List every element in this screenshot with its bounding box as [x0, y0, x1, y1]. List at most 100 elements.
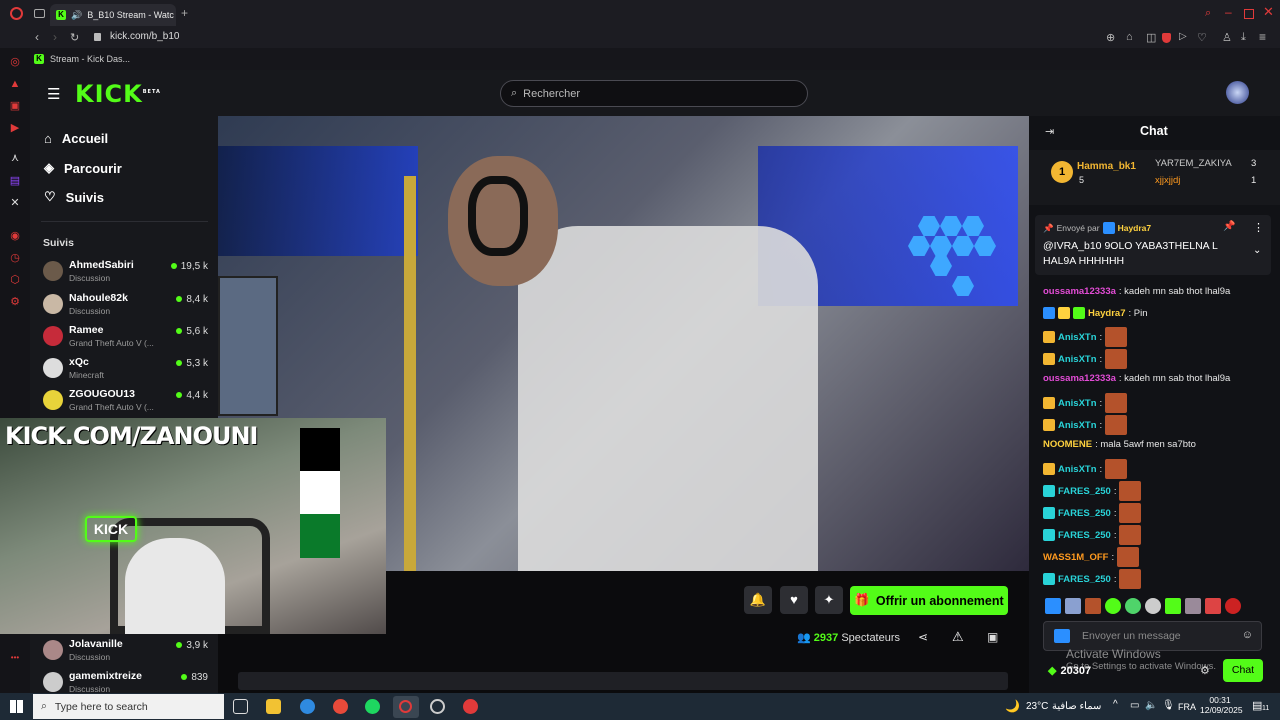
screenshot-icon[interactable]: ◫ — [1146, 31, 1156, 44]
input-language[interactable]: FRA — [1178, 702, 1196, 712]
kick-logo[interactable]: KICKBETA — [75, 80, 161, 108]
sparkle-button[interactable]: ✦ — [815, 586, 843, 614]
history-icon[interactable]: ◷ — [9, 252, 21, 264]
chat-settings-icon[interactable]: ⚙ — [1200, 664, 1210, 677]
mic-icon[interactable]: 🎙 — [1162, 700, 1175, 711]
chat-username[interactable]: FARES_250 — [1058, 574, 1111, 585]
chat-send-button[interactable]: Chat — [1223, 659, 1263, 682]
leader-name[interactable]: Hamma_bk1 — [1077, 161, 1136, 172]
player-icon[interactable]: ▷ — [1179, 31, 1187, 42]
windows-start-icon[interactable] — [10, 700, 23, 713]
chat-username[interactable]: AnisXTn — [1058, 420, 1097, 431]
chat-username[interactable]: AnisXTn — [1058, 332, 1097, 343]
followed-channel[interactable]: xQc Minecraft 5,3 k — [43, 356, 208, 386]
forward-icon[interactable]: › — [53, 30, 57, 44]
volume-icon[interactable]: 🔈 — [1145, 700, 1157, 711]
network-icon[interactable]: ▭ — [1130, 700, 1139, 711]
chat-username[interactable]: FARES_250 — [1058, 530, 1111, 541]
player-side-icon[interactable]: ◉ — [9, 230, 21, 242]
new-tab-icon[interactable]: + — [181, 6, 188, 20]
app-icon[interactable] — [463, 699, 478, 714]
followed-channel[interactable]: ZGOUGOU13 Grand Theft Auto V (... 4,4 k — [43, 388, 208, 418]
home-icon[interactable]: ▲ — [9, 78, 21, 90]
shield-icon[interactable] — [1162, 33, 1171, 43]
taskbar-search[interactable]: ⌕ Type here to search — [33, 694, 224, 719]
account-icon[interactable]: ♙ — [1222, 31, 1232, 44]
lock-icon[interactable] — [94, 33, 101, 41]
edge-icon[interactable] — [300, 699, 315, 714]
emoji-icon[interactable]: ☺ — [1242, 629, 1253, 641]
weather-text[interactable]: سماء صافية — [1052, 701, 1101, 712]
collapse-chat-icon[interactable]: ⇥ — [1045, 125, 1054, 138]
chat-username[interactable]: AnisXTn — [1058, 398, 1097, 409]
user-avatar[interactable] — [1226, 81, 1249, 104]
profile-card-icon[interactable]: ▣ — [987, 630, 998, 644]
search-input[interactable]: ⌕ Rechercher — [500, 80, 808, 107]
nav-home[interactable]: ⌂ Accueil — [44, 131, 108, 146]
settings-icon[interactable]: ⚙ — [9, 296, 21, 308]
leader-name[interactable]: xjjxjjdj — [1155, 175, 1180, 186]
emote-icon[interactable] — [1045, 598, 1061, 614]
back-icon[interactable]: ‹ — [35, 30, 39, 44]
followed-channel[interactable]: Jolavanille Discussion 3,9 k — [43, 638, 208, 668]
share-icon[interactable]: ⋖ — [918, 630, 928, 644]
chat-username[interactable]: AnisXTn — [1058, 464, 1097, 475]
notification-bell-button[interactable]: 🔔 — [744, 586, 772, 614]
follow-heart-button[interactable]: ♥ — [780, 586, 808, 614]
chat-username[interactable]: FARES_250 — [1058, 486, 1111, 497]
emote-icon[interactable] — [1105, 598, 1121, 614]
tray-chevron-icon[interactable]: ^ — [1113, 699, 1118, 710]
emote-icon[interactable] — [1085, 598, 1101, 614]
reload-icon[interactable]: ↻ — [70, 31, 79, 44]
emote-icon[interactable] — [1165, 598, 1181, 614]
followed-channel[interactable]: gamemixtreize Discussion 839 — [43, 670, 208, 692]
favorite-heart-icon[interactable]: ♡ — [1197, 31, 1207, 44]
emote-icon[interactable] — [1065, 598, 1081, 614]
spotify-icon[interactable] — [365, 699, 380, 714]
chat-username[interactable]: oussama12333a — [1043, 286, 1116, 297]
search-tabs-icon[interactable]: ⌕ — [1205, 7, 1211, 20]
download-icon[interactable]: ⤓ — [1241, 31, 1246, 44]
nav-following[interactable]: ♡ Suivis — [44, 189, 104, 205]
chat-username[interactable]: NOOMENE — [1043, 439, 1092, 450]
file-explorer-icon[interactable] — [266, 699, 281, 714]
chrome-icon[interactable] — [333, 699, 348, 714]
tab-snap-icon[interactable] — [34, 9, 45, 18]
pin-icon[interactable]: ⌂ — [1126, 31, 1133, 43]
gift-subscription-button[interactable]: 🎁 Offrir un abonnement — [850, 586, 1008, 615]
browser-tab-active[interactable]: K 🔊 B_B10 Stream - Watc — [50, 4, 176, 26]
menu-icon[interactable]: ≡ — [1259, 30, 1266, 44]
messenger-icon[interactable]: ▣ — [9, 100, 21, 112]
maximize-icon[interactable] — [1244, 9, 1254, 19]
kick-app-icon[interactable]: ⋏ — [9, 152, 21, 164]
opera-logo-icon[interactable] — [10, 7, 23, 20]
close-window-icon[interactable]: ✕ — [1263, 4, 1274, 20]
nav-browse[interactable]: ◈ Parcourir — [44, 160, 122, 176]
chat-username[interactable]: oussama12333a — [1043, 373, 1116, 384]
extensions-icon[interactable]: ⬡ — [9, 274, 21, 286]
expand-chevron-icon[interactable]: ⌄ — [1253, 245, 1261, 256]
emote-icon[interactable] — [1205, 598, 1221, 614]
speaker-icon[interactable]: 🔊 — [71, 10, 82, 21]
chat-identity-icon[interactable] — [1054, 629, 1070, 643]
url-field[interactable]: kick.com/b_b10 — [110, 31, 179, 42]
opera-gx-icon[interactable] — [430, 699, 445, 714]
notifications-icon[interactable]: ▤ — [1252, 699, 1262, 712]
followed-channel[interactable]: Nahoule82k Discussion 8,4 k — [43, 292, 208, 322]
twitch-icon[interactable]: ▤ — [9, 175, 21, 187]
chat-username[interactable]: Haydra7 — [1088, 308, 1126, 319]
pinned-sender[interactable]: Haydra7 — [1118, 223, 1152, 233]
more-icon[interactable]: ••• — [9, 652, 21, 664]
emote-icon[interactable] — [1185, 598, 1201, 614]
emote-icon[interactable] — [1125, 598, 1141, 614]
leader-name[interactable]: YAR7EM_ZAKIYA — [1155, 158, 1232, 169]
chat-username[interactable]: AnisXTn — [1058, 354, 1097, 365]
x-icon[interactable]: ✕ — [9, 197, 21, 209]
minimize-icon[interactable]: – — [1225, 5, 1232, 19]
clock[interactable]: 00:31 12/09/2025 — [1200, 695, 1243, 715]
unpin-icon[interactable]: 📌 — [1223, 221, 1235, 232]
bookmark-link[interactable]: Stream - Kick Das... — [50, 54, 130, 64]
ai-icon[interactable]: ◎ — [9, 56, 21, 68]
hamburger-menu-icon[interactable]: ☰ — [47, 85, 60, 103]
followed-channel[interactable]: AhmedSabiri Discussion 19,5 k — [43, 259, 208, 289]
